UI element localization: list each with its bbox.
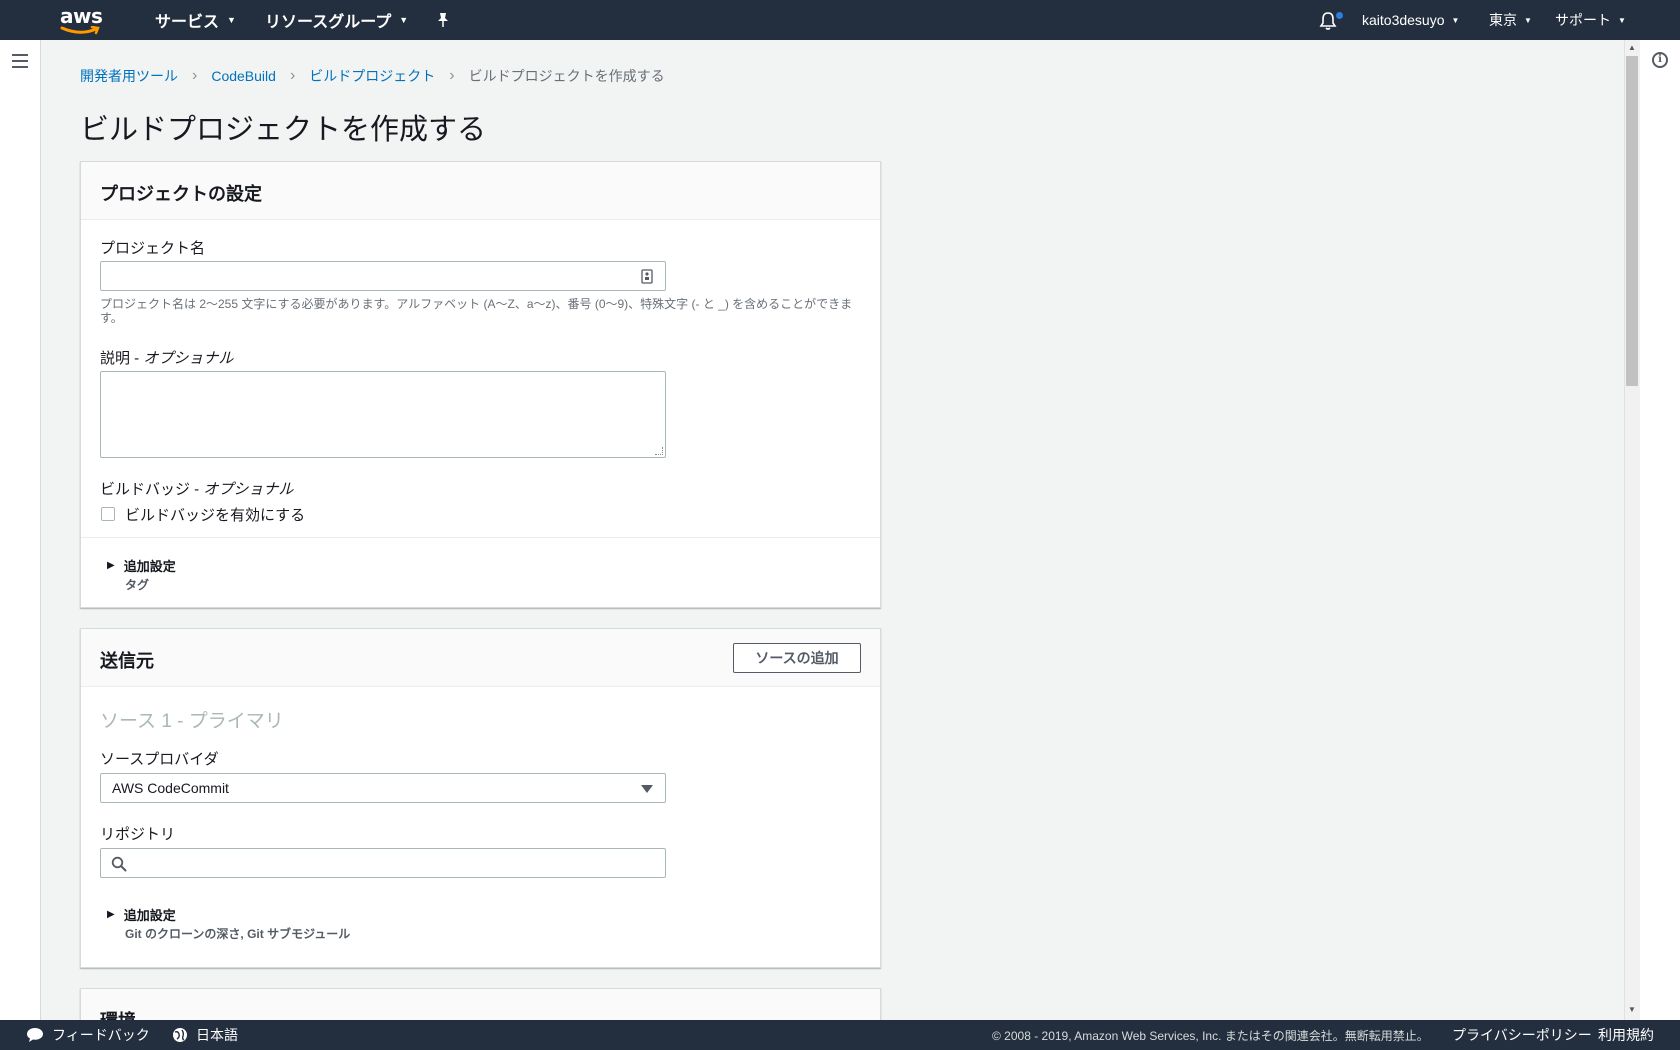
description-textarea[interactable]: [100, 371, 666, 458]
project-settings-panel: プロジェクトの設定 プロジェクト名 プロジェクト名は 2〜255 文字にする必要…: [80, 161, 881, 608]
breadcrumb: 開発者用ツール › CodeBuild › ビルドプロジェクト › ビルドプロジ…: [80, 66, 665, 86]
caret-right-icon: ▶: [107, 560, 115, 571]
aws-logo[interactable]: aws: [60, 4, 104, 36]
breadcrumb-current: ビルドプロジェクトを作成する: [468, 68, 665, 84]
bell-icon[interactable]: [1318, 11, 1338, 31]
info-icon[interactable]: i: [1652, 52, 1668, 68]
breadcrumb-developer-tools[interactable]: 開発者用ツール: [80, 66, 178, 86]
user-name: kaito3desuyo: [1362, 12, 1445, 28]
top-navigation: aws サービス ▼ リソースグループ ▼ kaito3desuyo ▼ 東京 …: [0, 0, 1680, 40]
support-label: サポート: [1555, 12, 1611, 28]
additional-settings-expander[interactable]: ▶ 追加設定: [107, 556, 176, 575]
copyright-text: © 2008 - 2019, Amazon Web Services, Inc.…: [992, 1028, 1429, 1043]
feedback-label: フィードバック: [52, 1027, 150, 1043]
source-header: 送信元 ソースの追加: [81, 629, 880, 687]
enable-badge-label[interactable]: ビルドバッジを有効にする: [125, 504, 305, 525]
services-menu[interactable]: サービス ▼: [155, 0, 236, 40]
source-panel: 送信元 ソースの追加 ソース 1 - プライマリ ソースプロバイダ AWS Co…: [80, 628, 881, 968]
project-name-hint: プロジェクト名は 2〜255 文字にする必要があります。アルファベット (A〜Z…: [100, 297, 853, 325]
badge-optional: オプショナル: [203, 481, 294, 498]
resource-groups-menu[interactable]: リソースグループ ▼: [265, 0, 408, 40]
resize-handle-icon[interactable]: [655, 447, 663, 455]
pin-button[interactable]: [436, 0, 450, 40]
region-menu[interactable]: 東京 ▼: [1489, 0, 1532, 40]
aws-logo-text: aws: [60, 4, 103, 28]
terms-link[interactable]: 利用規約: [1598, 1020, 1654, 1050]
description-label: 説明 - オプショナル: [100, 347, 233, 368]
region-label: 東京: [1489, 12, 1517, 28]
repository-search-input[interactable]: [100, 848, 666, 878]
section-divider: [81, 537, 880, 538]
search-icon: [111, 856, 127, 872]
source-provider-select[interactable]: AWS CodeCommit: [100, 773, 666, 803]
badge-label-text: ビルドバッジ -: [100, 481, 204, 498]
source-additional-settings-expander[interactable]: ▶ 追加設定: [107, 905, 176, 924]
scrollbar-thumb[interactable]: [1626, 56, 1638, 386]
additional-settings-label: 追加設定: [123, 559, 176, 574]
password-manager-icon[interactable]: [641, 269, 653, 284]
dropdown-arrow-icon: [641, 785, 653, 793]
source-title: 送信元: [100, 651, 154, 671]
description-label-text: 説明 -: [100, 350, 144, 367]
feedback-link[interactable]: フィードバック: [26, 1020, 150, 1050]
breadcrumb-codebuild[interactable]: CodeBuild: [211, 68, 276, 84]
services-label: サービス: [155, 14, 220, 31]
chevron-right-icon: ›: [449, 67, 455, 84]
repository-label: リポジトリ: [100, 826, 176, 843]
source-additional-settings-label: 追加設定: [123, 908, 176, 923]
source-provider-value: AWS CodeCommit: [112, 780, 229, 796]
badge-label: ビルドバッジ - オプショナル: [100, 478, 293, 499]
chevron-down-icon: ▼: [1524, 15, 1532, 25]
privacy-policy-link[interactable]: プライバシーポリシー: [1452, 1020, 1592, 1050]
aws-smile-icon: [60, 26, 100, 35]
right-rail: [1640, 40, 1680, 1020]
chevron-down-icon: ▼: [227, 15, 236, 25]
language-selector[interactable]: 日本語: [172, 1020, 238, 1050]
footer: フィードバック 日本語 © 2008 - 2019, Amazon Web Se…: [0, 1020, 1680, 1050]
scroll-down-icon[interactable]: ▼: [1627, 1005, 1637, 1014]
globe-icon: [173, 1028, 187, 1042]
project-name-input[interactable]: [100, 261, 666, 291]
caret-right-icon: ▶: [107, 909, 115, 920]
add-source-button[interactable]: ソースの追加: [733, 643, 861, 673]
scroll-up-icon[interactable]: ▲: [1627, 43, 1637, 52]
chevron-down-icon: ▼: [1618, 15, 1626, 25]
left-rail: [0, 40, 41, 1020]
project-name-label: プロジェクト名: [100, 240, 206, 257]
resource-groups-label: リソースグループ: [265, 14, 392, 31]
chevron-down-icon: ▼: [1451, 15, 1460, 25]
language-label: 日本語: [196, 1027, 238, 1043]
project-settings-header: プロジェクトの設定: [81, 162, 880, 220]
source-additional-settings-sub: Git のクローンの深さ, Git サブモジュール: [125, 927, 351, 941]
project-settings-title: プロジェクトの設定: [100, 184, 262, 204]
support-menu[interactable]: サポート ▼: [1555, 0, 1626, 40]
breadcrumb-build-projects[interactable]: ビルドプロジェクト: [309, 66, 435, 86]
source-primary-title: ソース 1 - プライマリ: [100, 711, 284, 732]
notification-dot: [1336, 12, 1343, 19]
user-menu[interactable]: kaito3desuyo ▼: [1362, 0, 1459, 40]
source-provider-label: ソースプロバイダ: [100, 751, 219, 768]
chevron-down-icon: ▼: [399, 15, 409, 25]
speech-bubble-icon: [27, 1028, 43, 1042]
menu-icon[interactable]: [12, 54, 28, 68]
additional-settings-sub: タグ: [125, 578, 150, 592]
enable-badge-checkbox[interactable]: [101, 507, 115, 521]
chevron-right-icon: ›: [289, 67, 296, 84]
page-title: ビルドプロジェクトを作成する: [80, 114, 487, 146]
chevron-right-icon: ›: [192, 67, 198, 84]
description-optional: オプショナル: [143, 350, 234, 367]
pin-icon: [438, 13, 448, 27]
